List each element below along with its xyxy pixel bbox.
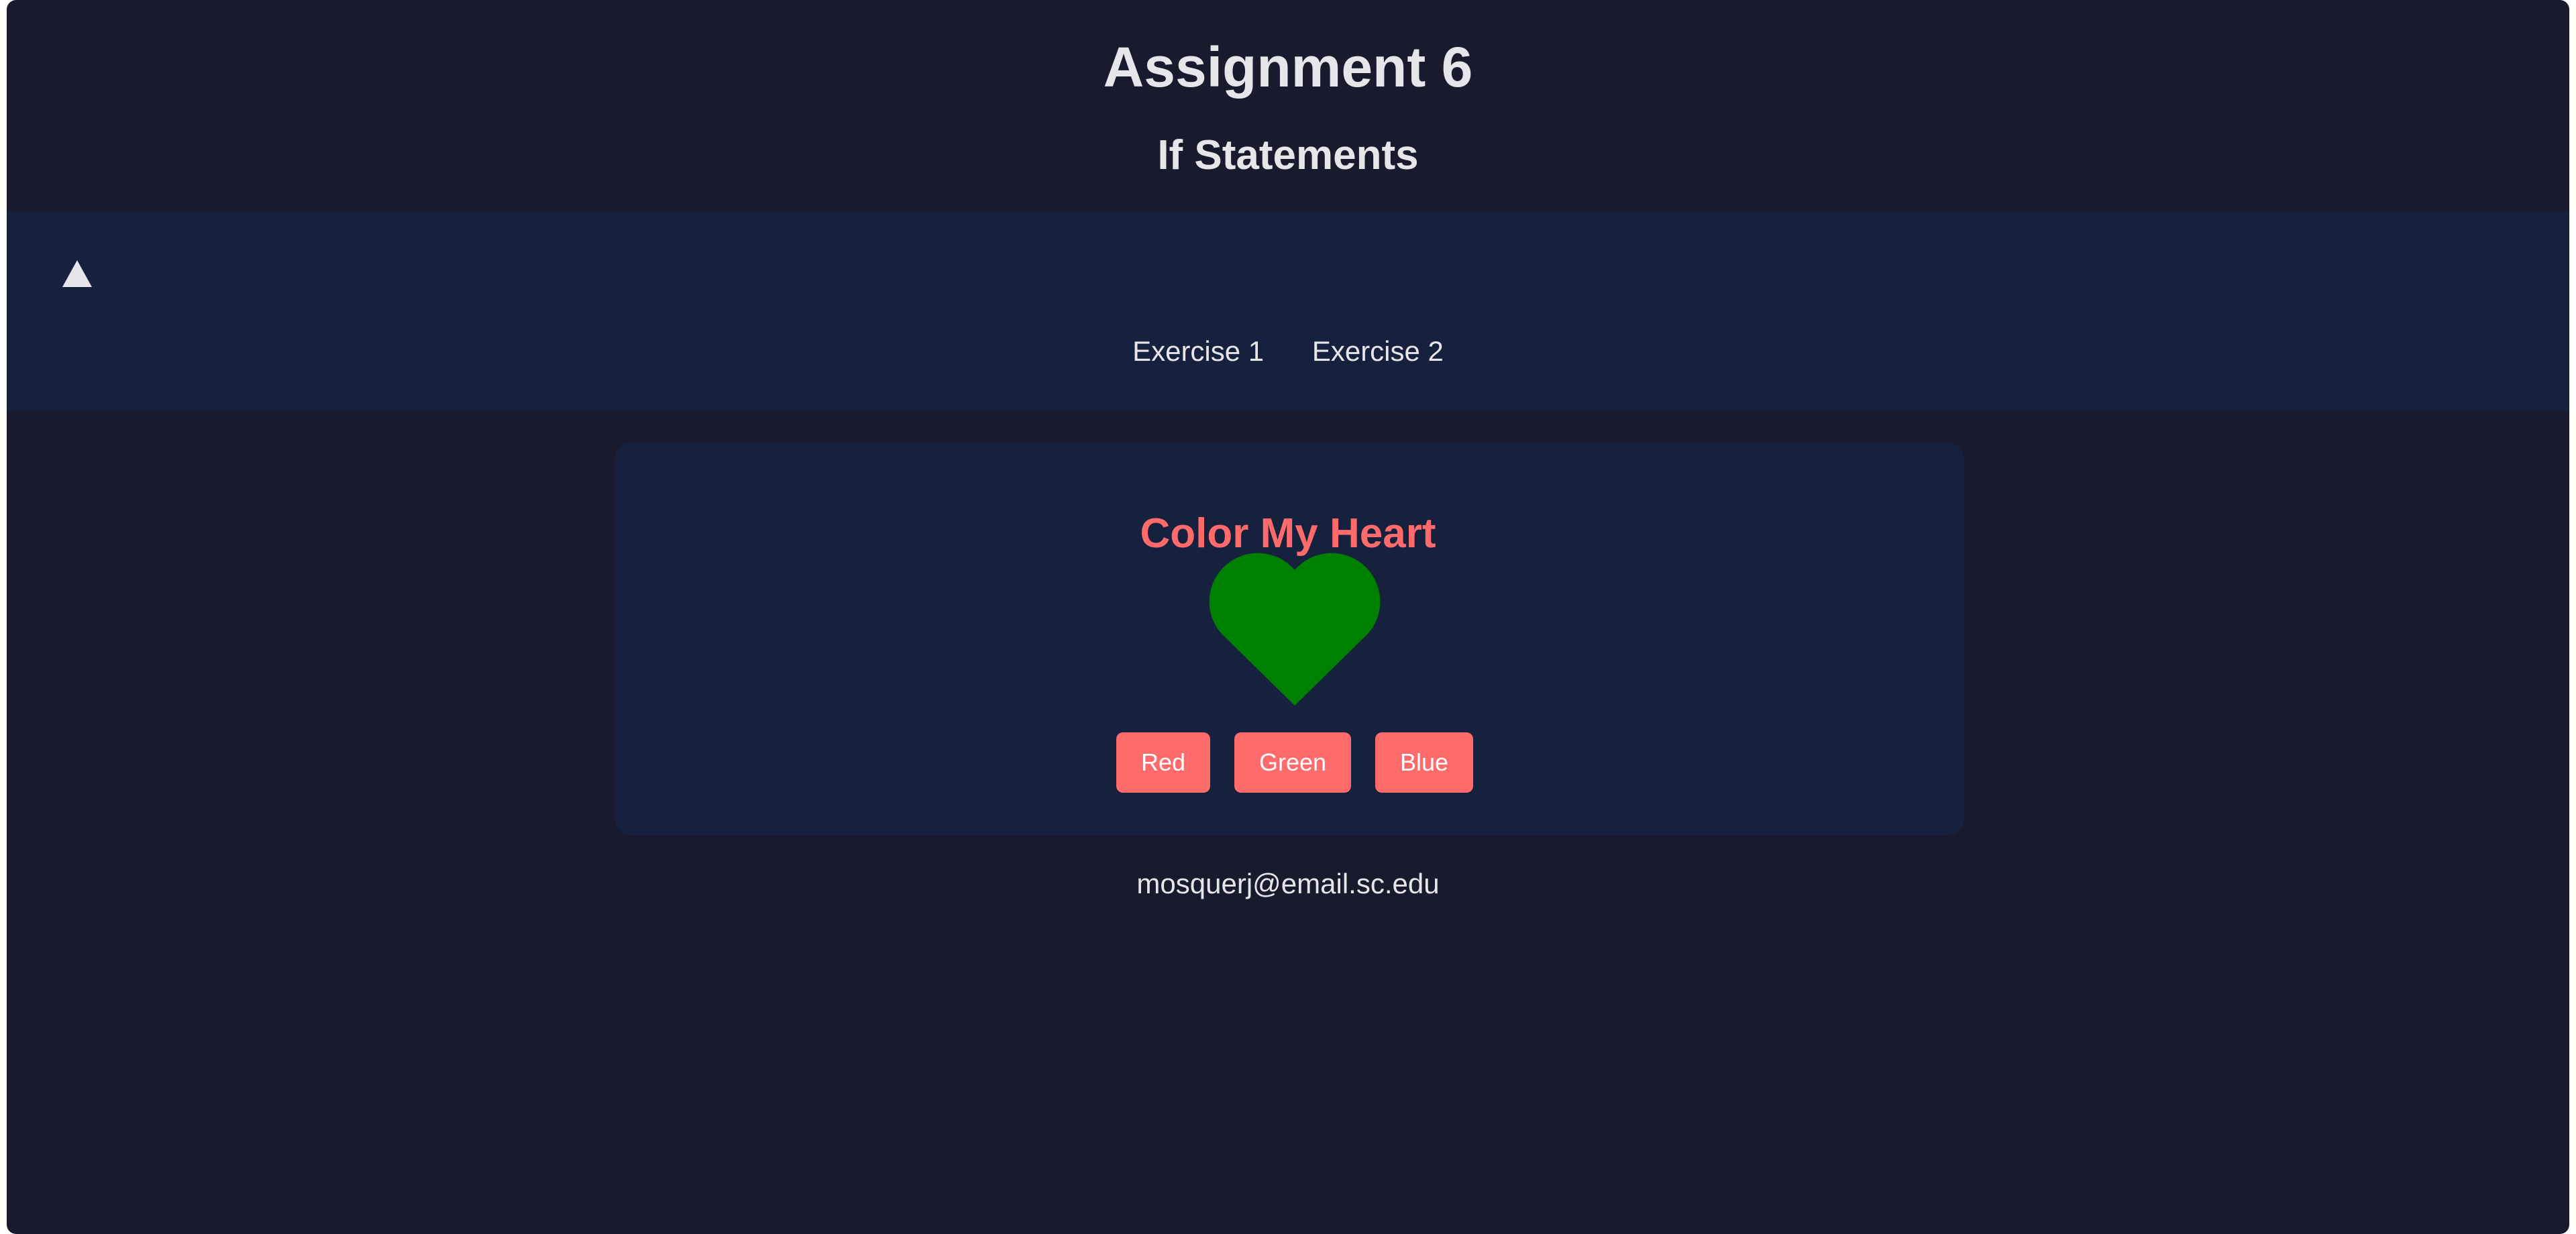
nav-links: Exercise 1 Exercise 2 — [7, 331, 2569, 372]
page-subtitle: If Statements — [1157, 132, 1419, 178]
page-title: Assignment 6 — [1103, 36, 1473, 99]
red-button[interactable]: Red — [1116, 732, 1210, 793]
heart-shape — [1208, 550, 1382, 706]
green-button[interactable]: Green — [1234, 732, 1351, 793]
footer-email: mosquerj@email.sc.edu — [1136, 868, 1440, 899]
browser-viewport: Assignment 6 If Statements Exercise 1 Ex… — [7, 0, 2569, 1234]
page-header: Assignment 6 If Statements — [7, 0, 2569, 212]
nav-link-exercise-2[interactable]: Exercise 2 — [1312, 331, 1444, 372]
triangle-up-icon — [62, 260, 92, 287]
heart-icon — [1209, 553, 1381, 706]
nav-toggle-button[interactable] — [60, 258, 94, 288]
navigation-bar — [7, 212, 2569, 410]
nav-link-exercise-1[interactable]: Exercise 1 — [1132, 331, 1264, 372]
blue-button[interactable]: Blue — [1375, 732, 1473, 793]
